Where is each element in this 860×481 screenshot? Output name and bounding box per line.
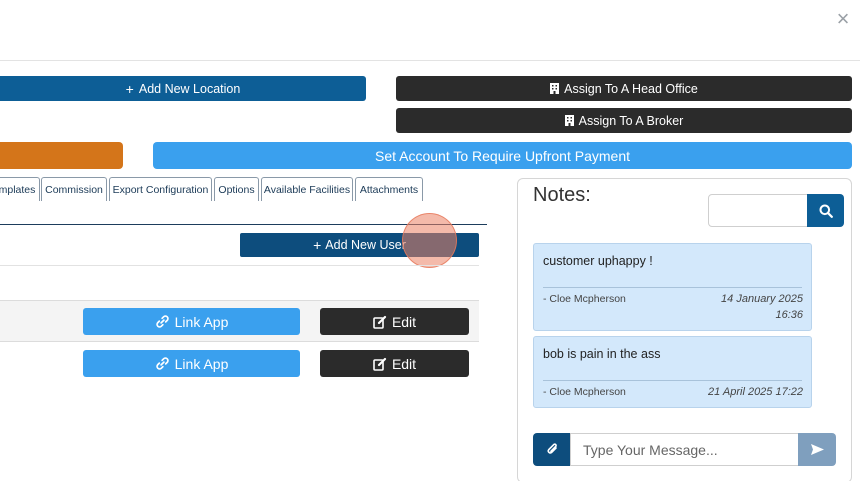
message-input[interactable] [570,433,799,466]
send-icon [810,443,825,456]
close-icon[interactable]: × [834,8,852,30]
notes-title: Notes: [533,184,591,206]
note-divider [543,380,802,381]
tab-attachments[interactable]: Attachments [355,177,423,201]
assign-broker-button[interactable]: Assign To A Broker [396,108,852,133]
link-app-button[interactable]: Link App [83,308,300,335]
search-icon [819,204,833,218]
note-text: bob is pain in the ass [543,347,661,361]
attach-button[interactable] [533,433,571,466]
assign-head-office-button[interactable]: Assign To A Head Office [396,76,852,101]
send-button[interactable] [798,433,836,466]
header-divider [0,60,860,61]
click-indicator [402,213,457,268]
note-text: customer uphappy ! [543,254,653,268]
paperclip-icon [546,442,559,457]
notes-search-input[interactable] [708,194,808,227]
require-upfront-payment-button[interactable]: Set Account To Require Upfront Payment [153,142,852,169]
link-app-label: Link App [174,355,229,372]
tab-export-configuration[interactable]: Export Configuration [109,177,212,201]
edit-button[interactable]: Edit [320,308,469,335]
table-divider [0,265,479,266]
note-item: bob is pain in the ass - Cloe Mcpherson … [533,336,812,408]
building-icon [550,83,560,94]
require-upfront-payment-label: Set Account To Require Upfront Payment [375,147,630,164]
tab-templates[interactable]: mplates [0,177,40,201]
tab-options[interactable]: Options [214,177,259,201]
add-new-user-label: Add New User [325,238,406,252]
add-new-location-button[interactable]: + Add New Location [0,76,366,101]
note-date: 21 April 2025 17:22 [708,386,803,398]
edit-label: Edit [391,355,417,372]
assign-head-office-label: Assign To A Head Office [564,81,698,96]
edit-button[interactable]: Edit [320,350,469,377]
note-author: - Cloe Mcpherson [543,386,626,398]
orange-action-button[interactable] [0,142,123,169]
notes-search-button[interactable] [807,194,844,227]
link-icon [155,314,170,329]
building-icon [564,115,574,126]
add-new-location-label: Add New Location [138,81,241,96]
edit-icon [373,357,387,371]
tab-available-facilities[interactable]: Available Facilities [261,177,353,201]
note-date: 14 January 2025 16:36 [721,293,803,321]
assign-broker-label: Assign To A Broker [578,113,684,128]
plus-icon: + [313,237,322,253]
edit-icon [373,315,387,329]
link-app-button[interactable]: Link App [83,350,300,377]
note-divider [543,287,802,288]
plus-icon: + [125,80,134,97]
note-author: - Cloe Mcpherson [543,293,626,305]
tab-commission[interactable]: Commission [41,177,107,201]
edit-label: Edit [391,313,417,330]
link-icon [155,356,170,371]
note-item: customer uphappy ! - Cloe Mcpherson 14 J… [533,243,812,331]
link-app-label: Link App [174,313,229,330]
